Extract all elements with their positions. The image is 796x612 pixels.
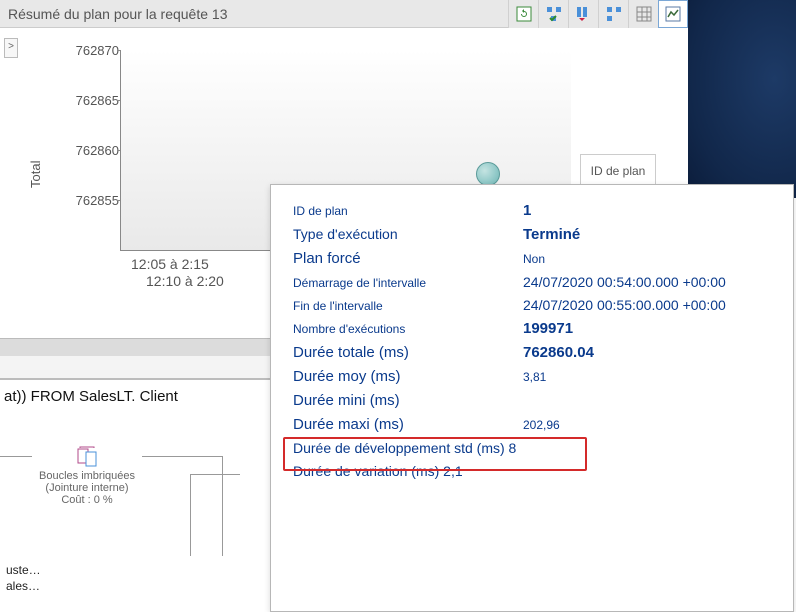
y-tick-label: 762855 [59,194,119,207]
tooltip-row: ID de plan1 [293,202,771,219]
tooltip-value: 24/07/2020 00:55:00.000 +00:00 [523,297,771,313]
plan-node[interactable]: Boucles imbriquées (Jointure interne) Co… [32,446,142,506]
y-tick-mark [117,200,121,201]
tooltip-row: Durée totale (ms)762860.04 [293,344,771,361]
tooltip-label: Durée mini (ms) [293,392,523,409]
tooltip-row: Type d'exécutionTerminé [293,226,771,243]
blocks-icon [606,6,622,22]
tooltip-label: Durée de développement std (ms) 8 [293,440,516,456]
tooltip-label: Démarrage de l'intervalle [293,276,523,290]
y-tick-mark [117,150,121,151]
plan-leaf: ales… [6,578,41,594]
tooltip-row: Fin de l'intervalle 24/07/2020 00:55:00.… [293,297,771,313]
tooltip-label: Type d'exécution [293,226,523,242]
tooltip-row: Durée de variation (ms) 2,1 [293,463,771,479]
expand-collapse-button[interactable]: > [4,38,18,58]
tooltip-row: Durée mini (ms) [293,392,771,409]
connector [190,474,191,556]
tooltip-row: Nombre d'exécutions199971 [293,320,771,337]
tooltip-label: Nombre d'exécutions [293,322,523,336]
y-tick-label: 762865 [59,94,119,107]
tooltip-row: Durée de développement std (ms) 8 [293,440,771,456]
plan-leaf-labels: uste… ales… [6,562,41,594]
chart-icon [665,6,681,22]
y-axis-title: Total [28,161,43,188]
nested-loops-icon [76,446,98,468]
y-tick-label: 762860 [59,144,119,157]
tooltip-label: Durée de variation (ms) 2,1 [293,463,463,479]
tooltip-value: Terminé [523,226,771,243]
chart-data-point[interactable] [476,162,500,186]
plan-details-tooltip: ID de plan1Type d'exécutionTerminéPlan f… [270,184,794,612]
y-tick-label: 762870 [59,44,119,57]
tooltip-label: Durée totale (ms) [293,344,523,361]
panel-header: Résumé du plan pour la requête 13 [0,0,688,28]
plan-node-cost: Coût : 0 % [32,494,142,506]
y-tick-mark [117,100,121,101]
tooltip-label: Durée moy (ms) [293,368,523,385]
tooltip-value: 199971 [523,320,771,337]
y-tick-mark [117,50,121,51]
plan-node-title: Boucles imbriquées [32,470,142,482]
plan-leaf: uste… [6,562,41,578]
tooltip-value: 762860.04 [523,344,771,361]
tooltip-value: 1 [523,202,771,219]
tooltip-value: 202,96 [523,418,771,432]
grid-view-button[interactable] [628,0,658,28]
tooltip-value: Non [523,252,771,266]
tooltip-label: Durée maxi (ms) [293,416,523,433]
tooltip-row: Durée moy (ms)3,81 [293,368,771,385]
connector [190,474,240,475]
grid-icon [636,6,652,22]
refresh-button[interactable] [508,0,538,28]
gap [0,356,270,379]
tooltip-value: 24/07/2020 00:54:00.000 +00:00 [523,274,771,290]
tooltip-label: Fin de l'intervalle [293,299,523,313]
view-tree-button[interactable] [538,0,568,28]
refresh-icon [516,6,532,22]
toolbar [508,0,688,28]
sql-text: at)) FROM SalesLT. Client [4,380,270,405]
connector [142,456,222,457]
view-columns-button[interactable] [568,0,598,28]
columns-arrow-icon [576,6,592,22]
connector [222,456,223,556]
chart-legend: ID de plan [580,154,656,188]
tooltip-row: Plan forcéNon [293,250,771,267]
tooltip-label: Plan forcé [293,250,523,267]
chart-view-button[interactable] [658,0,688,28]
tooltip-row: Démarrage de l'intervalle 24/07/2020 00:… [293,274,771,290]
panel-title: Résumé du plan pour la requête 13 [8,6,227,22]
tree-check-icon [546,6,562,22]
execution-plan-tree[interactable]: Boucles imbriquées (Jointure interne) Co… [0,412,270,612]
tooltip-row: Durée maxi (ms)202,96 [293,416,771,433]
plan-node-subtitle: (Jointure interne) [32,482,142,494]
tooltip-label: ID de plan [293,204,523,218]
desktop-background [688,0,796,198]
tooltip-value: 3,81 [523,370,771,384]
view-map-button[interactable] [598,0,628,28]
connector [0,456,32,457]
